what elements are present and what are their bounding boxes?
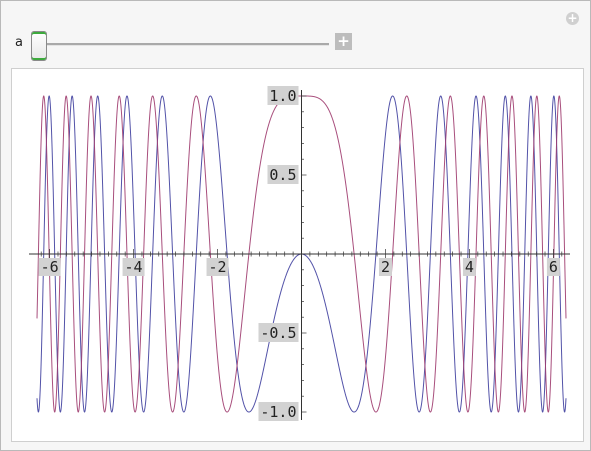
plot-area: -6 -4 -2 2 4 6 1.0 0.5 -0.5 -1.0: [11, 68, 584, 442]
options-plus-icon[interactable]: +: [566, 12, 579, 25]
y-tick-label: -0.5: [260, 324, 296, 342]
manipulate-panel: + a + -6 -4 -2 2 4 6 1.0 0.5 -0.5 -1.0: [0, 0, 591, 451]
slider-track[interactable]: [41, 43, 329, 46]
chart-svg: -6 -4 -2 2 4 6 1.0 0.5 -0.5 -1.0: [29, 86, 570, 421]
x-tick-label: 4: [465, 258, 474, 276]
x-tick-label: -4: [125, 258, 143, 276]
x-tick-label: -2: [209, 258, 227, 276]
y-tick-label: 0.5: [269, 166, 296, 184]
x-tick-label: 6: [549, 258, 558, 276]
slider-thumb[interactable]: [31, 31, 47, 61]
x-tick-label: 2: [381, 258, 390, 276]
slider-label: a: [15, 35, 23, 50]
slider-expand-plus-icon[interactable]: +: [335, 33, 352, 50]
y-tick-label: 1.0: [269, 87, 296, 105]
y-tick-label: -1.0: [260, 403, 296, 421]
x-tick-label: -6: [41, 258, 59, 276]
